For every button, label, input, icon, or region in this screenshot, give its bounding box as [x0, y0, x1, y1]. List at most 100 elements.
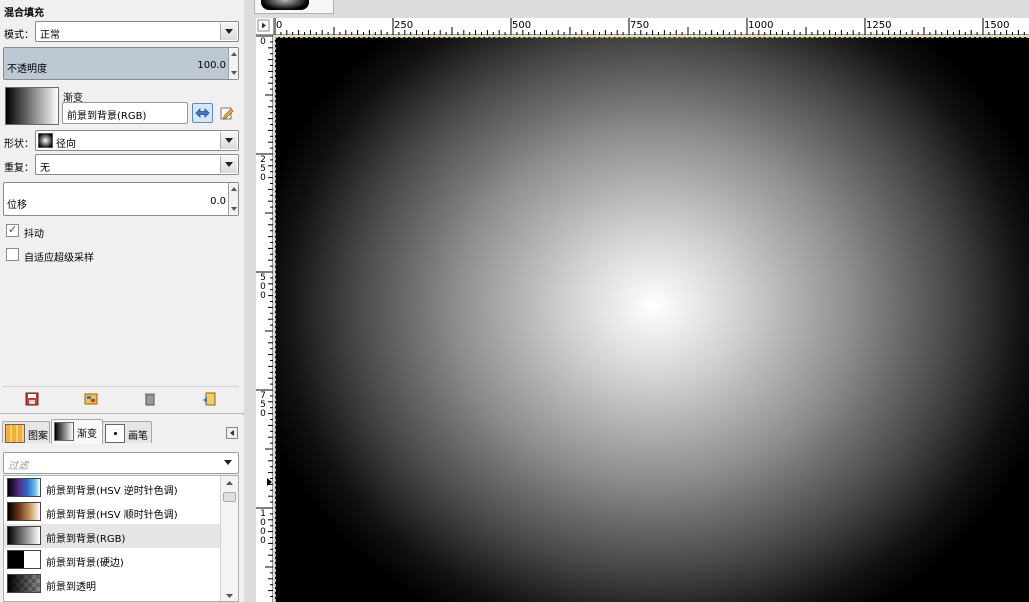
- image-tab[interactable]: [254, 0, 334, 14]
- list-item[interactable]: 前景到背景(硬边): [4, 548, 220, 572]
- ruler-h-label: 250: [394, 20, 414, 31]
- gradient-preview-button[interactable]: [5, 87, 59, 125]
- tab-gradients-label: 渐变: [77, 429, 97, 440]
- gradient-swatch: [7, 526, 41, 545]
- pencil-edit-icon: [220, 107, 234, 120]
- tab-brushes-label: 画笔: [128, 431, 148, 442]
- reset-icon: [203, 392, 216, 406]
- list-item[interactable]: 前景到背景(HSV 顺时针色调): [4, 500, 220, 524]
- swap-arrows-icon: [195, 108, 210, 118]
- ruler-h-label: 1250: [866, 20, 892, 31]
- ruler-h-label: 0: [276, 20, 283, 31]
- gradient-name: 前景到背景(HSV 逆时针色调): [46, 486, 178, 497]
- gradient-swatch: [7, 550, 41, 569]
- tab-brushes[interactable]: 画笔: [102, 421, 152, 443]
- reset-options-button[interactable]: [202, 392, 216, 406]
- tool-options-button-bar: [3, 386, 239, 410]
- list-scrollbar[interactable]: [220, 476, 238, 602]
- tab-gradients[interactable]: 渐变: [51, 419, 103, 444]
- repeat-combo[interactable]: 无: [35, 154, 239, 175]
- ruler-v-label: 1000: [260, 509, 266, 546]
- edit-gradient-button[interactable]: [220, 106, 234, 120]
- list-item[interactable]: 前景到透明: [4, 572, 220, 596]
- restore-icon: [84, 393, 98, 405]
- opacity-stepper[interactable]: [228, 48, 238, 79]
- horizontal-ruler[interactable]: 0 250 500 750 1000 1250 1500: [274, 18, 1029, 35]
- gradient-swatch: [7, 478, 41, 497]
- tab-menu-icon: [230, 430, 234, 436]
- image-window: 0 250 500 750 1000 1250 1500 0 250 500 7…: [248, 0, 1029, 602]
- scroll-up-icon[interactable]: [221, 477, 238, 489]
- scroll-down-icon[interactable]: [221, 590, 238, 602]
- ruler-h-label: 1000: [748, 20, 774, 31]
- list-item[interactable]: 前景到背景(HSV 逆时针色调): [4, 476, 220, 500]
- offset-value: 0.0: [210, 196, 226, 207]
- reverse-gradient-button[interactable]: [192, 103, 213, 123]
- triangle-right-icon: [257, 19, 270, 32]
- ruler-v-label: 500: [260, 273, 266, 301]
- delete-options-button[interactable]: [143, 392, 157, 406]
- opacity-value: 100.0: [197, 60, 226, 71]
- ruler-v-label: 750: [260, 391, 266, 419]
- gradient-name: 前景到背景(HSV 顺时针色调): [46, 510, 178, 521]
- gradient-name: 前景到背景(硬边): [46, 558, 124, 569]
- opacity-slider[interactable]: 不透明度 100.0: [3, 47, 239, 80]
- filter-combo[interactable]: 过滤: [3, 452, 239, 474]
- ruler-v-label: 0: [260, 37, 266, 47]
- supersample-label: 自适应超级采样: [24, 253, 94, 264]
- chevron-down-icon[interactable]: [220, 156, 237, 173]
- repeat-value: 无: [40, 163, 50, 174]
- offset-slider[interactable]: 位移 0.0: [3, 182, 239, 216]
- shape-value: 径向: [56, 139, 76, 150]
- gradient-name: 前景到透明: [46, 582, 96, 593]
- trash-icon: [145, 393, 155, 406]
- tab-patterns-label: 图案: [28, 431, 48, 442]
- ruler-h-label: 500: [512, 20, 532, 31]
- pattern-preview-icon: [5, 424, 25, 443]
- dither-checkbox[interactable]: [6, 223, 19, 237]
- dither-label: 抖动: [24, 229, 44, 240]
- brush-preview-icon: [105, 424, 125, 443]
- tab-patterns[interactable]: 图案: [2, 421, 50, 443]
- scroll-thumb[interactable]: [223, 492, 236, 502]
- supersample-checkbox[interactable]: [6, 248, 19, 261]
- vertical-ruler[interactable]: 0 250 500 750 1000: [256, 35, 273, 602]
- offset-stepper[interactable]: [228, 183, 238, 215]
- filter-placeholder: 过滤: [8, 461, 28, 472]
- opacity-label: 不透明度: [7, 64, 47, 75]
- ruler-v-label: 250: [260, 155, 266, 183]
- mode-combo[interactable]: 正常: [35, 21, 239, 42]
- ruler-h-label: 1500: [984, 20, 1010, 31]
- gradient-preview-icon: [54, 422, 74, 441]
- offset-label: 位移: [7, 200, 27, 211]
- resources-panel: 图案 渐变 画笔 过滤 前景到背景(HSV 逆时针色调) 前景到背景(HSV 顺…: [0, 415, 244, 602]
- gradient-list: 前景到背景(HSV 逆时针色调) 前景到背景(HSV 顺时针色调) 前景到背景(…: [3, 475, 239, 602]
- left-dock: 混合填充 模式： 正常 不透明度 100.0 渐变 前景到背景(RGB) 形状：…: [0, 0, 244, 602]
- gradient-swatch: [7, 574, 41, 593]
- mode-value: 正常: [40, 30, 60, 41]
- ruler-h-label: 750: [630, 20, 650, 31]
- save-icon: [25, 392, 39, 406]
- shape-label: 形状：: [4, 139, 34, 150]
- image-thumbnail: [261, 0, 309, 10]
- ruler-h-ticks: [274, 18, 1025, 35]
- chevron-down-icon[interactable]: [220, 132, 237, 149]
- list-item[interactable]: 前景到背景(RGB): [4, 524, 220, 548]
- tool-options-panel: 混合填充 模式： 正常 不透明度 100.0 渐变 前景到背景(RGB) 形状：…: [0, 0, 244, 414]
- mode-label: 模式：: [4, 30, 34, 41]
- image-canvas[interactable]: [275, 37, 1029, 602]
- chevron-down-icon[interactable]: [220, 23, 237, 40]
- repeat-label: 重复：: [4, 163, 34, 174]
- gradient-name-field: 前景到背景(RGB): [62, 102, 188, 124]
- gradient-name: 前景到背景(RGB): [67, 111, 147, 122]
- ruler-corner-button[interactable]: [256, 18, 274, 35]
- gradient-name: 前景到背景(RGB): [46, 534, 126, 545]
- panel-menu-button[interactable]: [226, 427, 238, 439]
- save-options-button[interactable]: [25, 392, 39, 406]
- tool-options-title: 混合填充: [4, 8, 44, 19]
- shape-combo[interactable]: 径向: [35, 130, 239, 151]
- radial-shape-icon: [38, 133, 53, 148]
- chevron-down-icon[interactable]: [220, 454, 237, 471]
- gradient-swatch: [7, 502, 41, 521]
- restore-options-button[interactable]: [84, 392, 98, 406]
